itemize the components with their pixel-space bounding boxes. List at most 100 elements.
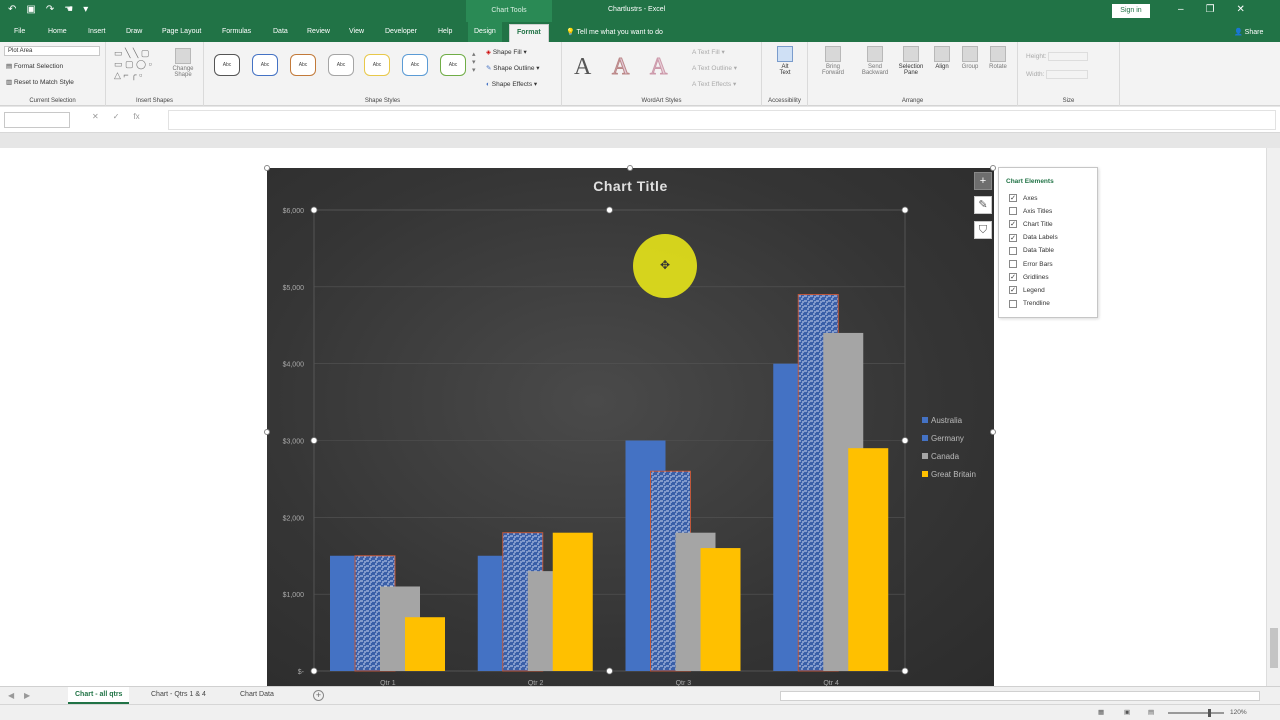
height-field[interactable]: Height:: [1026, 52, 1089, 61]
reset-style-button[interactable]: ▥ Reset to Match Style: [6, 78, 74, 86]
text-effects-button[interactable]: A Text Effects ▾: [692, 80, 736, 88]
wordart-style-1[interactable]: A: [574, 54, 591, 81]
chart-elements-dropdown[interactable]: Plot Area: [4, 46, 100, 56]
prev-sheet-icon[interactable]: ◀: [8, 691, 14, 700]
tell-me-search[interactable]: 💡 Tell me what you want to do: [566, 28, 663, 36]
send-backward-button[interactable]: Send Backward: [858, 46, 892, 76]
chart-resize-handle[interactable]: [990, 165, 996, 171]
add-sheet-button[interactable]: +: [313, 690, 324, 701]
tab-formulas[interactable]: Formulas: [222, 28, 251, 35]
checkbox[interactable]: [1009, 299, 1017, 308]
wordart-style-2[interactable]: A: [611, 54, 629, 81]
checkbox[interactable]: ✓: [1009, 220, 1017, 229]
tab-view[interactable]: View: [349, 28, 364, 35]
name-box[interactable]: [4, 112, 70, 128]
tab-page-layout[interactable]: Page Layout: [162, 28, 201, 35]
shape-fill-button[interactable]: ◈ Shape Fill ▾: [486, 48, 527, 56]
shape-styles-more-icon[interactable]: ▴ ▾ ▾: [472, 50, 476, 74]
shape-style-7[interactable]: Abc: [440, 54, 466, 76]
bring-forward-button[interactable]: Bring Forward: [816, 46, 850, 76]
shape-outline-button[interactable]: ✎ Shape Outline ▾: [486, 64, 540, 72]
tab-help[interactable]: Help: [438, 28, 452, 35]
tab-design[interactable]: Design: [468, 22, 502, 42]
vertical-scrollbar[interactable]: [1266, 148, 1280, 686]
group-button[interactable]: Group: [958, 46, 982, 70]
height-input[interactable]: [1048, 52, 1089, 61]
checkbox[interactable]: ✓: [1009, 286, 1017, 295]
chart-element-option[interactable]: ✓ Data Labels: [1009, 233, 1058, 242]
chart-element-option[interactable]: Trendline: [1009, 299, 1050, 308]
zoom-level[interactable]: 120%: [1230, 709, 1247, 716]
checkbox[interactable]: [1009, 246, 1017, 255]
chart-element-option[interactable]: Error Bars: [1009, 260, 1053, 268]
chart-element-option[interactable]: ✓ Legend: [1009, 286, 1045, 295]
tab-home[interactable]: Home: [48, 28, 67, 35]
text-fill-button[interactable]: A Text Fill ▾: [692, 48, 725, 56]
minimize-icon[interactable]: –: [1178, 4, 1184, 15]
redo-icon[interactable]: ↷: [46, 4, 54, 15]
tab-draw[interactable]: Draw: [126, 28, 142, 35]
zoom-slider-knob[interactable]: [1208, 709, 1211, 717]
chart-area[interactable]: Chart Title $6,000 $5,000 $4,000 $3,000 $2,0…: [267, 168, 994, 686]
horizontal-scrollbar[interactable]: [780, 691, 1260, 701]
shape-style-6[interactable]: Abc: [402, 54, 428, 76]
tab-file[interactable]: File: [14, 28, 25, 35]
rotate-button[interactable]: Rotate: [986, 46, 1010, 70]
sheet-tab-chart-all-qtrs[interactable]: Chart - all qtrs: [68, 687, 130, 704]
close-icon[interactable]: ✕: [1237, 4, 1245, 15]
shapes-gallery[interactable]: ▭ ╲ ╲ ▢ ▭ ▢ ◯ ▫ △ ⌐ ╭ ▫: [114, 48, 166, 82]
chart-resize-handle[interactable]: [264, 429, 270, 435]
format-selection-button[interactable]: ▤ Format Selection: [6, 62, 63, 70]
shape-style-1[interactable]: Abc: [214, 54, 240, 76]
change-shape-button[interactable]: Change Shape: [168, 48, 198, 78]
sheet-tab-chart-data[interactable]: Chart Data: [233, 687, 281, 704]
page-break-view-icon[interactable]: ▤: [1148, 708, 1154, 716]
shape-style-4[interactable]: Abc: [328, 54, 354, 76]
width-field[interactable]: Width:: [1026, 70, 1089, 79]
shape-style-2[interactable]: Abc: [252, 54, 278, 76]
chart-styles-button[interactable]: ✎: [974, 196, 992, 214]
save-icon[interactable]: ▣: [26, 4, 35, 15]
checkbox[interactable]: ✓: [1009, 194, 1017, 202]
tab-developer[interactable]: Developer: [385, 28, 417, 35]
formula-input[interactable]: [168, 110, 1276, 130]
chart-element-option[interactable]: Axis Titles: [1009, 207, 1052, 216]
undo-icon[interactable]: ↶: [8, 4, 16, 15]
tab-insert[interactable]: Insert: [88, 28, 106, 35]
checkbox[interactable]: ✓: [1009, 273, 1017, 282]
shape-style-3[interactable]: Abc: [290, 54, 316, 76]
align-button[interactable]: Align: [930, 46, 954, 70]
chart-resize-handle[interactable]: [627, 165, 633, 171]
cancel-icon[interactable]: ✕: [92, 112, 99, 121]
tab-format[interactable]: Format: [509, 24, 549, 42]
share-button[interactable]: 👤 Share: [1234, 28, 1263, 36]
alt-text-button[interactable]: Alt Text: [770, 46, 800, 76]
chart-elements-button[interactable]: +: [974, 172, 992, 190]
restore-icon[interactable]: ❐: [1206, 4, 1215, 15]
checkbox[interactable]: ✓: [1009, 233, 1017, 242]
chart-plot[interactable]: $6,000$5,000$4,000$3,000$2,000$1,000$-Qt…: [267, 168, 994, 686]
chart-element-option[interactable]: ✓ Gridlines: [1009, 273, 1049, 282]
chart-element-option[interactable]: ✓ Chart Title: [1009, 220, 1053, 229]
insert-function-button[interactable]: fx: [133, 112, 139, 121]
selection-pane-button[interactable]: Selection Pane: [896, 46, 926, 76]
shape-style-5[interactable]: Abc: [364, 54, 390, 76]
shape-effects-button[interactable]: ◐ Shape Effects ▾: [486, 80, 537, 88]
sheet-tab-chart-qtrs-1-4[interactable]: Chart - Qtrs 1 & 4: [144, 687, 213, 704]
enter-icon[interactable]: ✓: [113, 112, 120, 121]
width-input[interactable]: [1046, 70, 1089, 79]
chart-element-option[interactable]: Data Table: [1009, 246, 1054, 255]
normal-view-icon[interactable]: ▦: [1098, 708, 1104, 716]
chart-element-option[interactable]: ✓ Axes: [1009, 194, 1037, 202]
touch-mode-icon[interactable]: ☚: [64, 4, 73, 15]
chart-filters-button[interactable]: ⛉: [974, 221, 992, 239]
page-layout-view-icon[interactable]: ▣: [1124, 708, 1130, 716]
vertical-scroll-thumb[interactable]: [1270, 628, 1278, 668]
sign-in-button[interactable]: Sign in: [1112, 4, 1150, 18]
chart-resize-handle[interactable]: [264, 165, 270, 171]
wordart-style-3[interactable]: A: [649, 54, 667, 81]
checkbox[interactable]: [1009, 207, 1017, 216]
text-outline-button[interactable]: A Text Outline ▾: [692, 64, 737, 72]
checkbox[interactable]: [1009, 260, 1017, 268]
next-sheet-icon[interactable]: ▶: [24, 691, 30, 700]
